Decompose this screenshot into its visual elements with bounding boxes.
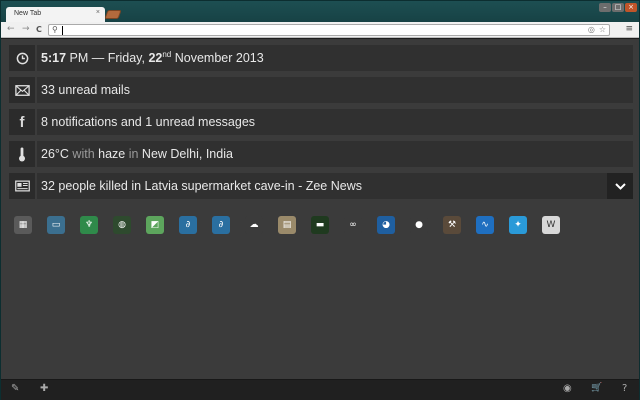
maximize-button[interactable]: □ — [612, 3, 624, 12]
back-button[interactable]: ← — [7, 24, 15, 34]
minimize-button[interactable]: – — [599, 3, 611, 12]
clock-day-suffix: nd — [162, 50, 172, 59]
bottom-bar: ✎ ✚ ◉ 🛒 ? — [1, 379, 639, 400]
title-bar: New Tab × – □ × — [1, 1, 639, 22]
cloud-app-icon: ☁ — [245, 216, 263, 234]
browser-window: New Tab × – □ × ← → C ⚲ ◎ ☆ ≡ 5:17 PM — … — [0, 0, 640, 400]
clock-row: 5:17 PM — Friday, 22nd November 2013 — [9, 45, 633, 71]
photo-app[interactable]: ▭ — [42, 211, 70, 239]
photo-app-icon: ▭ — [47, 216, 65, 234]
close-window-button[interactable]: × — [625, 3, 637, 12]
spreadsheet-app-icon: ▤ — [278, 216, 296, 234]
chart-app-2[interactable]: ∂ — [207, 211, 235, 239]
clock-time: 5:17 — [41, 51, 67, 65]
tool-app-icon: ⚒ — [443, 216, 461, 234]
weather-row[interactable]: 26°C with haze in New Delhi, India — [9, 141, 633, 167]
window-controls: – □ × — [599, 3, 637, 12]
help-icon[interactable]: ? — [622, 383, 627, 394]
weather-in: in — [125, 147, 142, 161]
earth-app-icon: ◕ — [377, 216, 395, 234]
chart-app-1[interactable]: ∂ — [174, 211, 202, 239]
globe-app-icon: ◍ — [113, 216, 131, 234]
calculator-app[interactable]: ▦ — [9, 211, 37, 239]
reload-button[interactable]: C — [36, 25, 42, 34]
mail-icon — [9, 77, 35, 103]
clock-text: 5:17 PM — Friday, 22nd November 2013 — [37, 45, 633, 71]
wave-app[interactable]: ∿ — [471, 211, 499, 239]
weather-condition: haze — [98, 147, 126, 161]
tool-app[interactable]: ⚒ — [438, 211, 466, 239]
app-shortcuts: ▦ ▭ ♆ ◍ ◩ ∂ ∂ ☁ ▤ ▬ ∞ ◕ ● ⚒ ∿ ✦ W — [9, 211, 565, 239]
evernote-web-app-icon: ♆ — [80, 216, 98, 234]
bookmark-star-icon[interactable]: ☆ — [599, 25, 606, 34]
theme-palette-icon[interactable]: ◉ — [563, 383, 572, 394]
tab-new-tab[interactable]: New Tab × — [6, 7, 105, 22]
text-caret — [62, 26, 63, 35]
tab-close-icon[interactable]: × — [96, 9, 100, 16]
word-app[interactable]: W — [537, 211, 565, 239]
chart-app-2-icon: ∂ — [212, 216, 230, 234]
wave-app-icon: ∿ — [476, 216, 494, 234]
weather-location: New Delhi, India — [141, 147, 233, 161]
infinity-app-icon: ∞ — [344, 216, 362, 234]
infinity-app[interactable]: ∞ — [339, 211, 367, 239]
maps-app-icon: ◩ — [146, 216, 164, 234]
new-tab-page: 5:17 PM — Friday, 22nd November 2013 33 … — [1, 39, 639, 379]
weather-temp: 26°C — [41, 147, 69, 161]
clock-ampm-weekday: PM — Friday, — [66, 51, 149, 65]
cloud-app[interactable]: ☁ — [240, 211, 268, 239]
facebook-icon: f — [9, 109, 35, 135]
facebook-row[interactable]: f 8 notifications and 1 unread messages — [9, 109, 633, 135]
edit-pencil-icon[interactable]: ✎ — [11, 383, 19, 394]
omnibox-input[interactable]: ⚲ ◎ ☆ — [48, 24, 610, 36]
twitter-app-icon: ✦ — [509, 216, 527, 234]
calculator-app-icon: ▦ — [14, 216, 32, 234]
store-cart-icon[interactable]: 🛒 — [591, 383, 602, 393]
mail-row[interactable]: 33 unread mails — [9, 77, 633, 103]
clock-icon — [9, 45, 35, 71]
maps-app[interactable]: ◩ — [141, 211, 169, 239]
chart-app-1-icon: ∂ — [179, 216, 197, 234]
terminal-app-icon: ▬ — [311, 216, 329, 234]
tennis-app[interactable]: ● — [405, 211, 433, 239]
mail-text: 33 unread mails — [37, 77, 633, 103]
newspaper-icon — [9, 173, 35, 199]
tab-title: New Tab — [14, 10, 42, 17]
evernote-web-app[interactable]: ♆ — [75, 211, 103, 239]
facebook-text: 8 notifications and 1 unread messages — [37, 109, 633, 135]
word-app-icon: W — [542, 216, 560, 234]
new-tab-button[interactable] — [104, 10, 122, 19]
chevron-down-icon — [614, 182, 626, 190]
add-plus-icon[interactable]: ✚ — [40, 383, 48, 394]
search-icon: ⚲ — [52, 25, 58, 34]
weather-with: with — [68, 147, 99, 161]
clock-month-year: November 2013 — [171, 51, 264, 65]
tennis-app-icon: ● — [410, 216, 428, 234]
thermometer-icon — [9, 141, 35, 167]
globe-app[interactable]: ◍ — [108, 211, 136, 239]
news-headline: 32 people killed in Latvia supermarket c… — [37, 173, 633, 199]
earth-app[interactable]: ◕ — [372, 211, 400, 239]
twitter-app[interactable]: ✦ — [504, 211, 532, 239]
forward-button[interactable]: → — [22, 24, 30, 34]
browser-toolbar: ← → C ⚲ ◎ ☆ ≡ — [1, 22, 639, 38]
menu-icon[interactable]: ≡ — [625, 24, 633, 34]
expand-news-button[interactable] — [607, 173, 633, 199]
extension-icon[interactable]: ◎ — [588, 25, 595, 34]
terminal-app[interactable]: ▬ — [306, 211, 334, 239]
spreadsheet-app[interactable]: ▤ — [273, 211, 301, 239]
news-row[interactable]: 32 people killed in Latvia supermarket c… — [9, 173, 633, 199]
omnibox-actions: ◎ ☆ — [588, 25, 606, 34]
weather-text: 26°C with haze in New Delhi, India — [37, 141, 633, 167]
clock-day: 22 — [148, 51, 163, 65]
